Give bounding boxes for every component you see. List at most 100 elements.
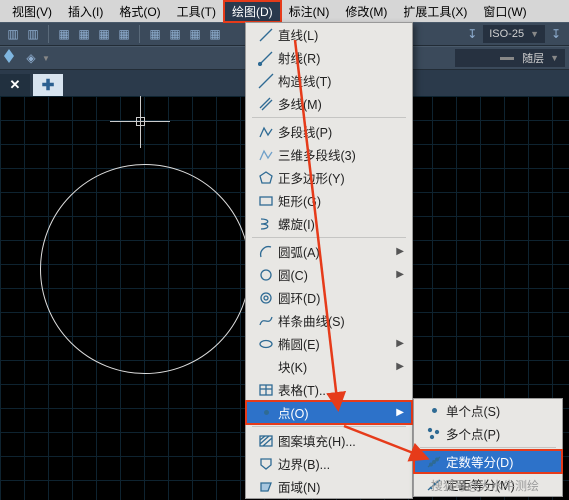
menu-item[interactable]: 点(O) ▶ [246, 401, 412, 424]
menu-item[interactable]: 扩展工具(X) [395, 1, 475, 22]
rect-icon [254, 193, 278, 209]
toolbar-icon[interactable]: ↧ [547, 25, 565, 43]
pline-icon [254, 124, 278, 140]
toolbar-icon[interactable]: ▦ [75, 25, 93, 43]
menu-item[interactable]: 工具(T) [169, 1, 224, 22]
toolbar-icon[interactable]: ▥ [24, 25, 42, 43]
menu-item[interactable]: 矩形(G) [246, 189, 412, 212]
submenu-arrow-icon: ▶ [396, 361, 404, 372]
toolbar-icon[interactable] [4, 49, 20, 67]
ray-icon [254, 50, 278, 66]
ellipse-icon [254, 336, 278, 352]
spline-icon [254, 313, 278, 329]
menu-item[interactable]: 正多边形(Y) [246, 166, 412, 189]
menu-item-label: 圆(C) [278, 265, 384, 284]
menu-item[interactable]: 圆环(D) [246, 286, 412, 309]
chevron-down-icon: ▼ [550, 53, 559, 63]
toolbar-icon[interactable]: ▦ [146, 25, 164, 43]
menu-item[interactable]: 格式(O) [111, 1, 168, 22]
toolbar-icon[interactable]: ▦ [166, 25, 184, 43]
circle-icon [254, 267, 278, 283]
menu-bar: 视图(V)插入(I)格式(O)工具(T)绘图(D)标注(N)修改(M)扩展工具(… [0, 0, 569, 22]
pline3d-icon [254, 147, 278, 163]
menu-item[interactable]: 螺旋(I) [246, 212, 412, 235]
chevron-down-icon: ▼ [530, 29, 539, 39]
menu-item-label: 射线(R) [278, 48, 384, 67]
menu-item[interactable]: 圆弧(A)▶ [246, 240, 412, 263]
close-tab-button[interactable]: ✕ [0, 74, 30, 96]
toolbar-icon[interactable]: ▥ [4, 25, 22, 43]
menu-item[interactable]: 图案填充(H)... [246, 429, 412, 452]
submenu-arrow-icon: ▶ [396, 407, 404, 418]
polygon-icon [254, 170, 278, 186]
menu-item-label: 多线(M) [278, 94, 384, 113]
menu-item[interactable]: 面域(N) [246, 475, 412, 498]
hatch-icon [254, 433, 278, 449]
menu-item-label: 圆弧(A) [278, 242, 384, 261]
line-preview-icon [500, 57, 514, 60]
menu-item-label: 表格(T)... [278, 380, 384, 399]
menu-item[interactable]: 多个点(P) [414, 422, 562, 445]
line-icon [254, 27, 278, 43]
menu-item[interactable]: 多线(M) [246, 92, 412, 115]
menu-item-label: 边界(B)... [278, 454, 384, 473]
circle-entity[interactable] [40, 164, 250, 374]
menu-item[interactable]: 修改(M) [337, 1, 395, 22]
menu-item-label: 点(O) [278, 403, 384, 422]
menu-item[interactable]: 表格(T)... [246, 378, 412, 401]
menu-item-label: 图案填充(H)... [278, 431, 384, 450]
mline-icon [254, 96, 278, 112]
menu-item[interactable]: 视图(V) [4, 1, 60, 22]
menu-item[interactable]: 块(K)▶ [246, 355, 412, 378]
menu-item[interactable]: 绘图(D) [224, 1, 281, 22]
menu-item[interactable]: 插入(I) [60, 1, 111, 22]
toolbar-icon[interactable]: ↧ [463, 25, 481, 43]
toolbar-icon[interactable]: ▦ [206, 25, 224, 43]
menu-item[interactable]: 定数等分(D) [414, 450, 562, 473]
menu-item-label: 三维多段线(3) [278, 145, 384, 164]
menu-item[interactable]: 边界(B)... [246, 452, 412, 475]
watermark-text: 搜狐号@大水牛测绘 [431, 477, 539, 494]
menu-item-label: 正多边形(Y) [278, 168, 384, 187]
submenu-arrow-icon: ▶ [396, 269, 404, 280]
menu-item-label: 多个点(P) [446, 424, 534, 443]
dimstyle-value: ISO-25 [489, 28, 524, 40]
menu-item[interactable]: 单个点(S) [414, 399, 562, 422]
helix-icon [254, 216, 278, 232]
menu-item-label: 面域(N) [278, 477, 384, 496]
toolbar-icon[interactable]: ◈ [22, 49, 40, 67]
menu-item[interactable]: 三维多段线(3) [246, 143, 412, 166]
menu-item-label: 圆环(D) [278, 288, 384, 307]
layer-value: 随层 [522, 50, 544, 66]
menu-item[interactable]: 样条曲线(S) [246, 309, 412, 332]
chevron-down-icon[interactable]: ▼ [42, 54, 50, 63]
menu-item[interactable]: 直线(L) [246, 23, 412, 46]
dimstyle-combo[interactable]: ISO-25 ▼ [483, 25, 545, 43]
new-tab-button[interactable]: ✚ [33, 74, 63, 96]
menu-item[interactable]: 射线(R) [246, 46, 412, 69]
toolbar-icon[interactable]: ▦ [115, 25, 133, 43]
menu-divider [252, 426, 406, 427]
toolbar-separator [139, 25, 140, 43]
donut-icon [254, 290, 278, 306]
toolbar-icon[interactable]: ▦ [95, 25, 113, 43]
menu-item-label: 矩形(G) [278, 191, 384, 210]
menu-item-label: 椭圆(E) [278, 334, 384, 353]
menu-item[interactable]: 标注(N) [281, 1, 338, 22]
layer-combo[interactable]: 随层 ▼ [455, 49, 565, 67]
menu-item[interactable]: 多段线(P) [246, 120, 412, 143]
toolbar-icon[interactable]: ▦ [55, 25, 73, 43]
boundary-icon [254, 456, 278, 472]
table-icon [254, 382, 278, 398]
menu-item[interactable]: 构造线(T) [246, 69, 412, 92]
menu-divider [252, 237, 406, 238]
arc-icon [254, 244, 278, 260]
menu-item[interactable]: 椭圆(E) ▶ [246, 332, 412, 355]
menu-item[interactable]: 圆(C) ▶ [246, 263, 412, 286]
toolbar-separator [48, 25, 49, 43]
menu-item-label: 直线(L) [278, 25, 384, 44]
toolbar-icon[interactable]: ▦ [186, 25, 204, 43]
menu-divider [420, 447, 556, 448]
submenu-arrow-icon: ▶ [396, 338, 404, 349]
menu-item[interactable]: 窗口(W) [475, 1, 534, 22]
